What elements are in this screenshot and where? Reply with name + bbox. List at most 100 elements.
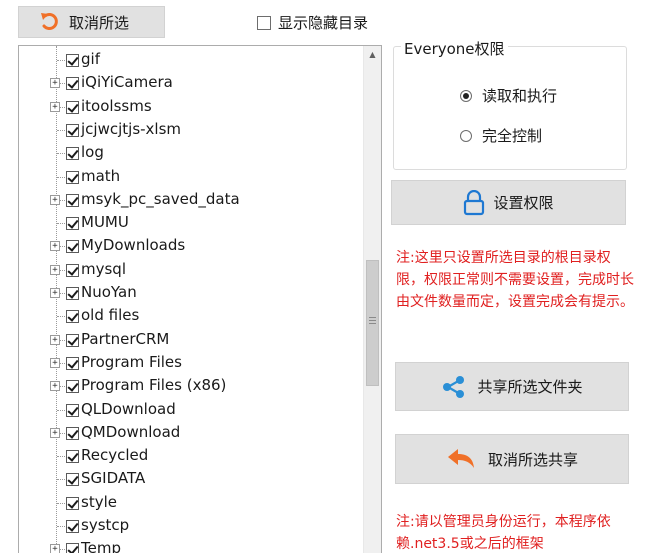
show-hidden-checkbox-box[interactable] [257,15,271,30]
tree-row-label: gif [81,50,100,68]
tree-row-label: QMDownload [81,422,181,441]
expand-plus-icon[interactable]: + [50,101,60,112]
tree-row[interactable]: Recycled [19,445,364,468]
tree-row-label: Program Files (x86) [81,376,227,395]
tree-row[interactable]: SGIDATA [19,468,364,491]
deselect-button-label: 取消所选 [69,13,130,32]
deselect-button[interactable]: 取消所选 [18,6,165,38]
tree-row-checkbox[interactable] [66,356,79,370]
tree-row-label: PartnerCRM [81,329,170,348]
radio-full-control[interactable]: 完全控制 [460,125,542,146]
unshare-label: 取消所选共享 [487,450,578,469]
expand-plus-icon[interactable]: + [50,427,60,438]
scroll-thumb[interactable] [366,260,379,386]
scroll-up-arrow-icon[interactable]: ▲ [364,46,381,63]
tree-row-checkbox[interactable] [66,496,79,510]
radio-full-control-label: 完全控制 [482,127,543,145]
lock-icon [464,189,485,215]
tree-row[interactable]: + itoolssms [19,96,364,119]
tree-row[interactable]: gif [19,49,364,72]
tree-row-checkbox[interactable] [66,263,79,277]
tree-row[interactable]: jcjwcjtjs-xlsm [19,119,364,142]
tree-row-checkbox[interactable] [66,77,79,91]
set-permission-label: 设置权限 [493,194,554,212]
tree-row-checkbox[interactable] [66,100,79,114]
tree-row[interactable]: systcp [19,515,364,538]
tree-row-label: MUMU [81,213,129,232]
tree-row[interactable]: MUMU [19,212,364,235]
radio-read-execute[interactable]: 读取和执行 [460,85,557,106]
admin-note: 注:请以管理员身份运行，本程序依赖.net3.5或之后的框架 [396,514,611,552]
tree-row[interactable]: math [19,166,364,189]
tree-row-label: log [81,143,104,162]
expand-plus-icon[interactable]: + [50,78,60,89]
tree-row[interactable]: + Temp [19,538,364,553]
tree-row-label: msyk_pc_saved_data [81,189,240,208]
back-arrow-icon [447,449,474,468]
tree-row-label: Recycled [81,446,149,465]
share-icon [443,375,465,398]
permission-group-title: Everyone权限 [401,38,508,59]
tree-row-checkbox[interactable] [66,473,79,487]
tree-row-checkbox[interactable] [66,217,79,231]
expand-plus-icon[interactable]: + [50,264,60,275]
tree-row-label: Temp [81,539,121,553]
tree-row[interactable]: old files [19,305,364,328]
tree-row-label: jcjwcjtjs-xlsm [81,119,182,138]
tree-row[interactable]: log [19,142,364,165]
tree-row-checkbox[interactable] [66,240,79,254]
tree-row[interactable]: + PartnerCRM [19,329,364,352]
set-permission-button[interactable]: 设置权限 [391,180,626,225]
share-folder-button[interactable]: 共享所选文件夹 [395,362,629,411]
share-folder-label: 共享所选文件夹 [477,378,583,396]
expand-plus-icon[interactable]: + [50,334,60,345]
tree-row-checkbox[interactable] [66,520,79,533]
tree-row[interactable]: + Program Files (x86) [19,375,364,398]
tree-row[interactable]: style [19,492,364,515]
tree-row-checkbox[interactable] [66,543,79,553]
tree-row-label: Program Files [81,352,182,371]
tree-row-checkbox[interactable] [66,287,79,300]
tree-row[interactable]: QLDownload [19,399,364,422]
tree-row-checkbox[interactable] [66,403,79,417]
tree-row-label: MyDownloads [81,236,186,255]
permission-group [393,46,627,170]
tree-row-label: iQiYiCamera [81,73,173,92]
tree-row-label: itoolssms [81,96,152,115]
expand-plus-icon[interactable]: + [50,357,60,368]
tree-row[interactable]: + msyk_pc_saved_data [19,189,364,212]
tree-row[interactable]: + MyDownloads [19,235,364,258]
tree-row-label: style [81,492,117,511]
unshare-button[interactable]: 取消所选共享 [395,434,629,484]
tree-row-label: systcp [81,516,130,534]
tree-row-label: mysql [81,259,126,278]
tree-scrollbar[interactable]: ▲ [363,46,381,553]
tree-row-label: NuoYan [81,283,137,301]
tree-row-checkbox[interactable] [66,450,79,464]
expand-plus-icon[interactable]: + [50,381,60,392]
show-hidden-checkbox[interactable]: 显示隐藏目录 [257,12,368,33]
tree-row-checkbox[interactable] [66,170,79,184]
tree-row-checkbox[interactable] [66,426,79,440]
radio-read-execute-dot[interactable] [460,89,472,102]
tree-row-checkbox[interactable] [66,310,79,324]
tree-row[interactable]: + iQiYiCamera [19,72,364,95]
tree-row[interactable]: + QMDownload [19,422,364,445]
tree-row-checkbox[interactable] [66,54,79,67]
scroll-grip-icon [369,317,376,326]
tree-row[interactable]: + mysql [19,259,364,282]
expand-plus-icon[interactable]: + [50,194,60,205]
tree-row-checkbox[interactable] [66,193,79,207]
expand-plus-icon[interactable]: + [50,288,60,298]
expand-plus-icon[interactable]: + [50,544,60,553]
tree-row[interactable]: + NuoYan [19,282,364,305]
tree-row-checkbox[interactable] [66,123,79,137]
tree-row-checkbox[interactable] [66,333,79,347]
tree-row-checkbox[interactable] [66,380,79,394]
radio-full-control-dot[interactable] [460,129,472,142]
tree-row-checkbox[interactable] [66,147,79,161]
expand-plus-icon[interactable]: + [50,241,60,252]
tree-row[interactable]: + Program Files [19,352,364,375]
tree-row-label: math [81,166,121,185]
undo-arrow-icon [41,13,58,30]
